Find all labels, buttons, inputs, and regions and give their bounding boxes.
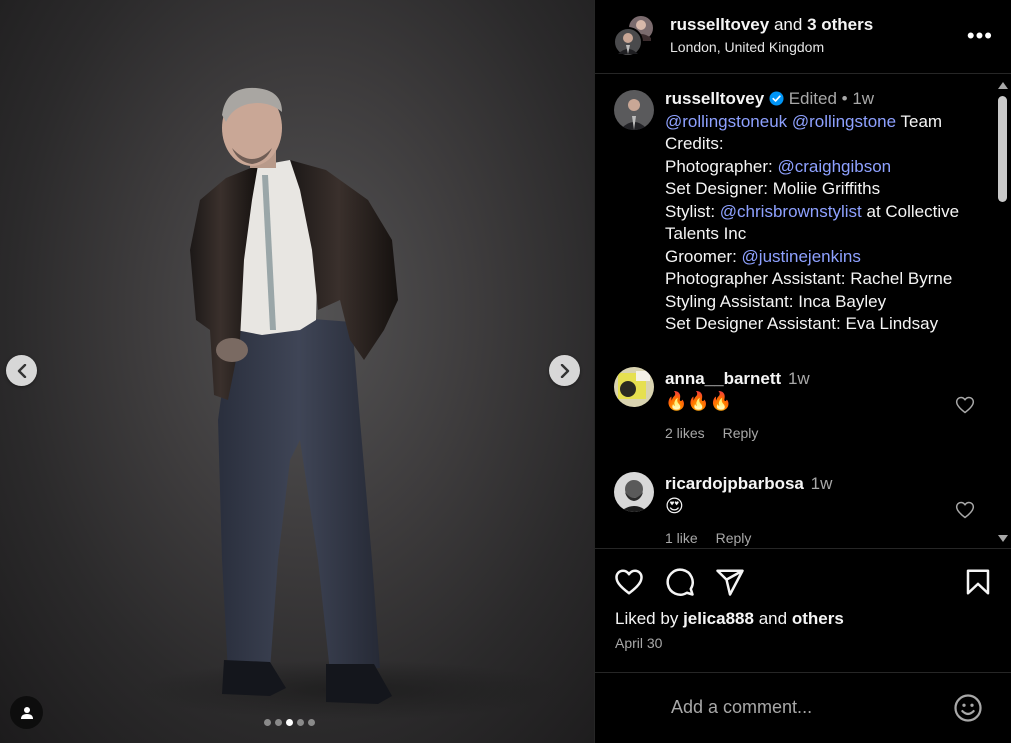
scroll-up-arrow[interactable] [998, 82, 1008, 89]
carousel-dot [308, 719, 315, 726]
caption-username[interactable]: russelltovey [665, 89, 764, 108]
add-comment-bar [595, 672, 1011, 743]
heart-icon[interactable] [955, 395, 975, 415]
post-author-line[interactable]: russelltovey and 3 others [670, 15, 873, 35]
comments-section: russelltovey Edited • 1w @rollingstoneuk… [595, 74, 1011, 548]
carousel-dot [286, 719, 293, 726]
comment-actions: 2 likes Reply [665, 425, 772, 441]
photographer-label: Photographer: [665, 156, 773, 176]
comment-author[interactable]: anna__barnett 1w [665, 369, 810, 389]
more-icon: ••• [966, 23, 993, 48]
scroll-thumb[interactable] [998, 96, 1007, 202]
liked-by-others[interactable]: others [792, 609, 844, 628]
comment-username[interactable]: anna__barnett [665, 369, 781, 388]
comment-likes-count[interactable]: 1 like [665, 530, 698, 546]
comment-time[interactable]: 1w [811, 474, 833, 493]
mention-stylist[interactable]: @chrisbrownstylist [720, 202, 862, 221]
add-comment-input[interactable] [671, 697, 941, 718]
caption-time[interactable]: 1w [852, 89, 874, 108]
mention-rollingstone[interactable]: @rollingstone [792, 112, 896, 131]
previous-photo-button[interactable] [6, 355, 37, 386]
post-caption: russelltovey Edited • 1w @rollingstoneuk… [665, 88, 985, 336]
caption-author-avatar[interactable] [614, 90, 654, 130]
mention-rollingstoneuk[interactable]: @rollingstoneuk [665, 112, 787, 131]
post-date[interactable]: April 30 [615, 635, 662, 651]
stylist-label: Stylist: [665, 201, 716, 221]
photo-person-illustration [140, 87, 560, 720]
chevron-left-icon [17, 363, 26, 378]
verified-icon [769, 91, 784, 106]
liked-by-line: Liked by jelica888 and others [615, 609, 844, 629]
edited-label: Edited [788, 89, 837, 108]
comment-reply-button[interactable]: Reply [716, 530, 752, 546]
styling-assistant-credit: Styling Assistant: Inca Bayley [665, 291, 887, 311]
carousel-dot [264, 719, 271, 726]
comments-scrollbar[interactable] [994, 74, 1011, 548]
caption-separator: • [841, 89, 848, 108]
heart-icon[interactable] [614, 567, 644, 597]
groomer-label: Groomer: [665, 246, 737, 266]
mention-photographer[interactable]: @craighgibson [777, 157, 891, 176]
comment-reply-button[interactable]: Reply [723, 425, 759, 441]
post-actions: Liked by jelica888 and others April 30 [595, 548, 1011, 672]
user-tag-icon [20, 706, 33, 719]
liked-by-and: and [758, 609, 788, 628]
caption-team-word: Team [900, 111, 943, 131]
comment-likes-count[interactable]: 2 likes [665, 425, 705, 441]
collab-avatars[interactable] [613, 14, 657, 58]
commenter-avatar[interactable] [614, 367, 654, 407]
comment-text: 🔥🔥🔥 [665, 391, 733, 411]
set-designer-assistant-credit: Set Designer Assistant: Eva Lindsay [665, 314, 939, 333]
carousel-dot [297, 719, 304, 726]
chevron-right-icon [560, 363, 569, 378]
comment-actions: 1 like Reply [665, 530, 765, 546]
scroll-down-arrow[interactable] [998, 535, 1008, 542]
comment-username[interactable]: ricardojpbarbosa [665, 474, 804, 493]
post-location[interactable]: London, United Kingdom [670, 39, 824, 55]
collaborators-link[interactable]: 3 others [807, 15, 873, 34]
heart-icon[interactable] [955, 500, 975, 520]
set-designer-credit: Set Designer: Moliie Griffiths [665, 179, 881, 198]
comment-icon[interactable] [665, 567, 695, 597]
next-photo-button[interactable] [549, 355, 580, 386]
carousel-indicator [264, 719, 315, 726]
carousel-dot [275, 719, 282, 726]
post-photo[interactable] [0, 0, 594, 743]
commenter-avatar[interactable] [614, 472, 654, 512]
liked-by-user[interactable]: jelica888 [683, 609, 754, 628]
tagged-users-button[interactable] [10, 696, 43, 729]
more-options-button[interactable]: ••• [967, 23, 993, 49]
comment-time[interactable]: 1w [788, 369, 810, 388]
comment-author[interactable]: ricardojpbarbosa 1w [665, 474, 832, 494]
emoji-icon[interactable] [953, 693, 983, 723]
bookmark-icon[interactable] [963, 567, 993, 597]
photographer-assistant-credit: Photographer Assistant: Rachel Byrne [665, 269, 953, 288]
mention-groomer[interactable]: @justinejenkins [742, 247, 861, 266]
comment-text: 😍 [665, 496, 684, 516]
author-username[interactable]: russelltovey [670, 15, 769, 34]
post-side-panel: russelltovey and 3 others London, United… [594, 0, 1011, 743]
and-text: and [773, 15, 803, 34]
share-icon[interactable] [715, 567, 745, 597]
liked-by-label: Liked by [615, 609, 679, 628]
post-header: russelltovey and 3 others London, United… [595, 0, 1011, 74]
caption-credits: Credits: [665, 134, 724, 153]
